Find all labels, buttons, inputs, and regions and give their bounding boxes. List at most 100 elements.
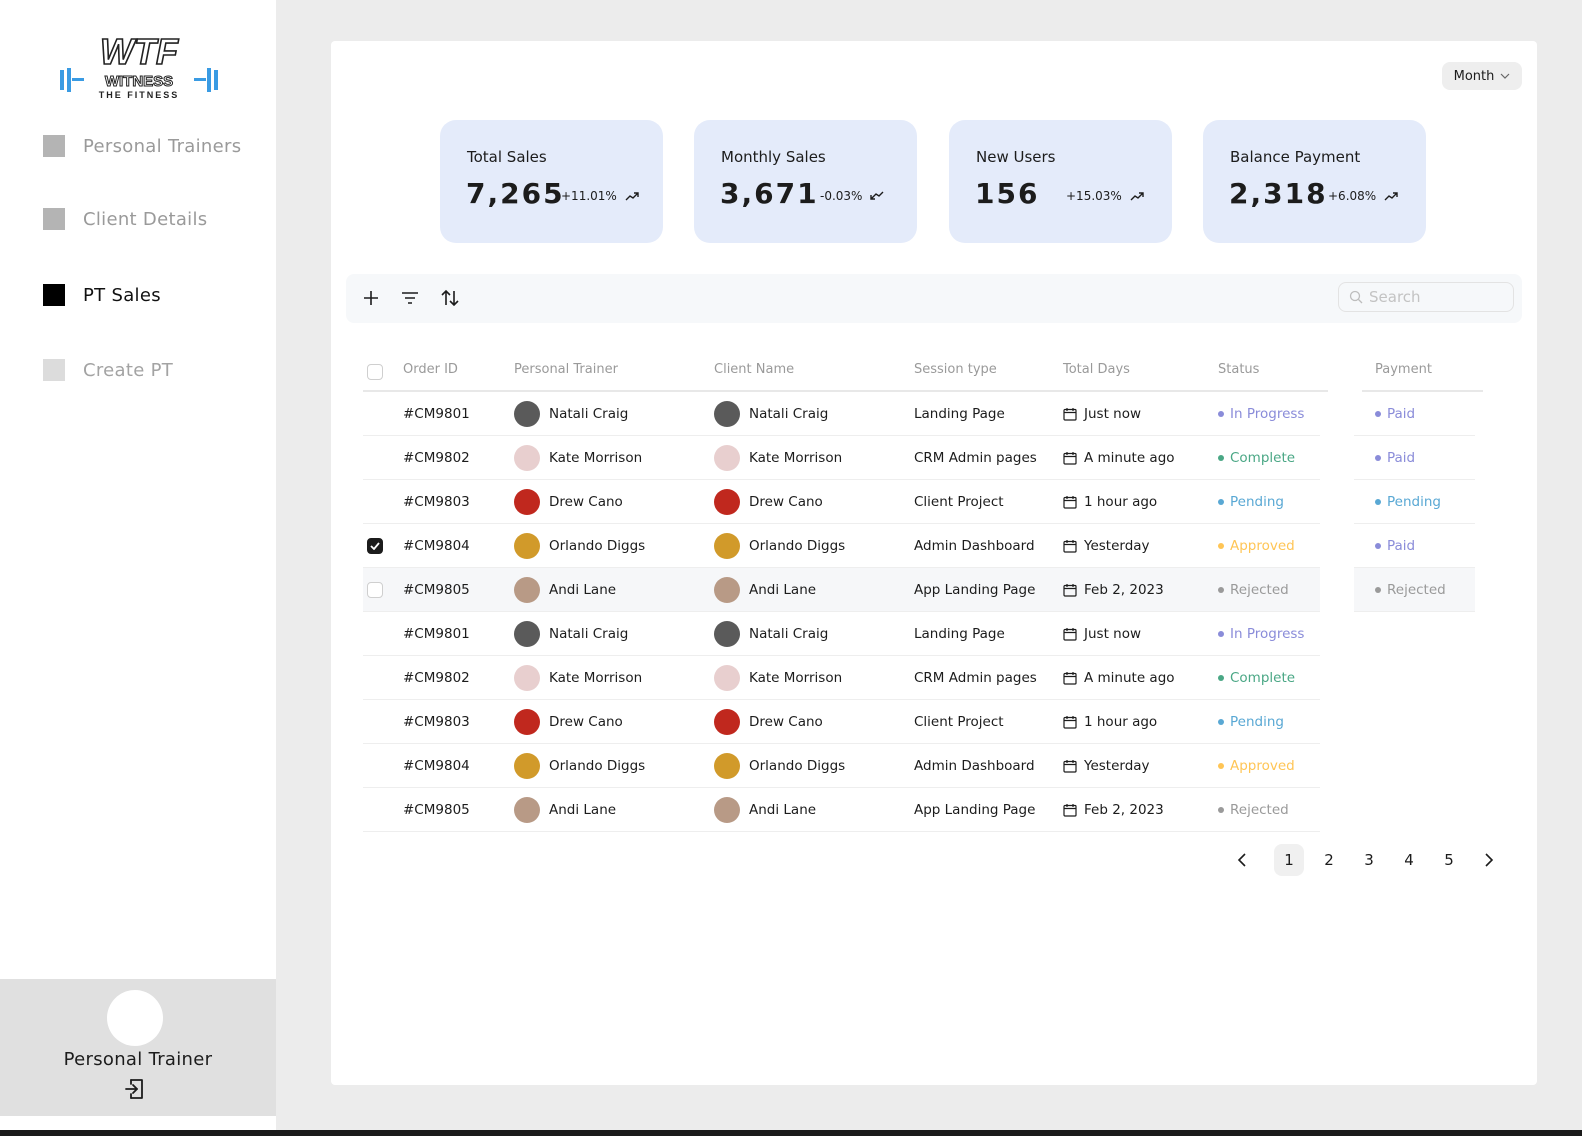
search-input[interactable] <box>1369 288 1499 306</box>
column-header[interactable]: Payment <box>1375 362 1432 377</box>
days-cell: Yesterday <box>1063 744 1150 788</box>
status-label: Rejected <box>1230 802 1289 818</box>
avatar <box>514 797 540 823</box>
trainer-name: Orlando Diggs <box>549 758 646 774</box>
add-icon[interactable] <box>360 287 382 309</box>
column-header[interactable]: Total Days <box>1063 362 1130 377</box>
sidebar-item-label: Personal Trainers <box>83 135 242 157</box>
trainer-name: Kate Morrison <box>549 670 643 686</box>
sidebar-item-personal-trainers[interactable]: Personal Trainers <box>43 135 241 157</box>
sidebar: WTF WITNESS THE FITNESS Personal Trainer… <box>0 0 276 1136</box>
next-page-icon[interactable] <box>1474 844 1504 876</box>
stat-change-value: +11.01% <box>561 189 617 203</box>
calendar-icon <box>1063 672 1077 685</box>
row-checkbox[interactable] <box>367 582 383 598</box>
session-type: App Landing Page <box>914 802 1036 818</box>
personal-trainers-icon <box>43 135 65 157</box>
filter-icon[interactable] <box>399 287 421 309</box>
column-header[interactable]: Client Name <box>714 362 794 377</box>
column-header[interactable]: Order ID <box>403 362 458 377</box>
select-all-checkbox[interactable] <box>367 364 383 380</box>
table-row[interactable]: #CM9802 Kate Morrison Kate Morrison CRM Adm… <box>363 656 1519 700</box>
client-cell: Drew Cano <box>714 700 823 744</box>
status-dot <box>1218 675 1224 681</box>
payment-label: Rejected <box>1387 582 1446 598</box>
status-dot <box>1218 807 1224 813</box>
sort-icon[interactable] <box>439 287 461 309</box>
status-dot <box>1218 587 1224 593</box>
period-select[interactable]: Month <box>1442 62 1522 90</box>
order-id: #CM9802 <box>403 670 470 686</box>
session-type: Landing Page <box>914 406 1005 422</box>
logout-icon[interactable] <box>123 1077 145 1101</box>
table-row[interactable]: #CM9805 Andi Lane Andi Lane App Landing Pag… <box>363 788 1519 832</box>
table-row[interactable]: #CM9804 Orlando Diggs Orlando Diggs Admin D… <box>363 524 1519 568</box>
row-divider <box>363 831 1320 832</box>
table-row[interactable]: #CM9801 Natali Craig Natali Craig Landing P… <box>363 392 1519 436</box>
stat-value: 2,318 <box>1229 177 1328 210</box>
logo-tag: THE FITNESS <box>99 90 180 100</box>
avatar[interactable] <box>107 990 163 1046</box>
page-button[interactable]: 2 <box>1314 844 1344 876</box>
trend-up-icon <box>1384 192 1398 201</box>
total-days: Feb 2, 2023 <box>1084 802 1164 818</box>
sidebar-item-client-details[interactable]: Client Details <box>43 208 207 230</box>
avatar <box>514 709 540 735</box>
order-id: #CM9804 <box>403 538 470 554</box>
avatar <box>514 665 540 691</box>
table-row[interactable]: #CM9805 Andi Lane Andi Lane App Landing Pag… <box>363 568 1519 612</box>
stat-title: Balance Payment <box>1230 148 1361 166</box>
client-name: Andi Lane <box>749 802 817 818</box>
stat-card-new-users: New Users 156 +15.03% <box>949 120 1172 243</box>
status-badge: Complete <box>1218 656 1295 700</box>
trainer-name: Andi Lane <box>549 802 617 818</box>
sidebar-item-label: PT Sales <box>83 284 161 306</box>
avatar <box>714 709 740 735</box>
sidebar-item-pt-sales[interactable]: PT Sales <box>43 284 161 306</box>
row-checkbox[interactable] <box>367 538 383 554</box>
status-label: Pending <box>1230 494 1284 510</box>
total-days: Yesterday <box>1084 758 1150 774</box>
days-cell: Just now <box>1063 612 1141 656</box>
trainer-cell: Kate Morrison <box>514 656 642 700</box>
header-checkbox[interactable] <box>367 364 383 380</box>
trainer-cell: Natali Craig <box>514 392 628 436</box>
column-header[interactable]: Session type <box>914 362 997 377</box>
order-id: #CM9804 <box>403 758 470 774</box>
main-panel: Month Total Sales 7,265 +11.01% Monthly … <box>331 41 1537 1085</box>
days-cell: Feb 2, 2023 <box>1063 788 1164 832</box>
table-row[interactable]: #CM9803 Drew Cano Drew Cano Client Project 1… <box>363 700 1519 744</box>
status-dot <box>1218 499 1224 505</box>
trainer-name: Natali Craig <box>549 626 629 642</box>
period-select-label: Month <box>1453 68 1495 84</box>
session-type: Admin Dashboard <box>914 758 1035 774</box>
session-type: Client Project <box>914 494 1004 510</box>
table-toolbar <box>346 274 1522 323</box>
table-row[interactable]: #CM9802 Kate Morrison Kate Morrison CRM Adm… <box>363 436 1519 480</box>
payment-label: Paid <box>1387 538 1416 554</box>
page-button[interactable]: 5 <box>1434 844 1464 876</box>
prev-page-icon[interactable] <box>1227 844 1257 876</box>
page-button[interactable]: 4 <box>1394 844 1424 876</box>
avatar <box>514 533 540 559</box>
stat-title: Total Sales <box>467 148 547 166</box>
sidebar-item-create-pt[interactable]: Create PT <box>43 359 173 381</box>
wtf-logo: WTF WITNESS THE FITNESS <box>60 32 218 100</box>
trainer-name: Natali Craig <box>549 406 629 422</box>
client-details-icon <box>43 208 65 230</box>
calendar-icon <box>1063 408 1077 421</box>
logo-main: WTF <box>100 32 179 72</box>
trainer-name: Drew Cano <box>549 714 623 730</box>
table-row[interactable]: #CM9801 Natali Craig Natali Craig Landing P… <box>363 612 1519 656</box>
stat-value: 3,671 <box>720 177 819 210</box>
stat-card-balance-payment: Balance Payment 2,318 +6.08% <box>1203 120 1426 243</box>
column-header[interactable]: Status <box>1218 362 1259 377</box>
chevron-down-icon <box>1500 73 1510 79</box>
table-row[interactable]: #CM9803 Drew Cano Drew Cano Client Project 1… <box>363 480 1519 524</box>
days-cell: Feb 2, 2023 <box>1063 568 1164 612</box>
column-header[interactable]: Personal Trainer <box>514 362 618 377</box>
page-button[interactable]: 1 <box>1274 844 1304 876</box>
client-cell: Orlando Diggs <box>714 524 845 568</box>
page-button[interactable]: 3 <box>1354 844 1384 876</box>
table-row[interactable]: #CM9804 Orlando Diggs Orlando Diggs Admin D… <box>363 744 1519 788</box>
